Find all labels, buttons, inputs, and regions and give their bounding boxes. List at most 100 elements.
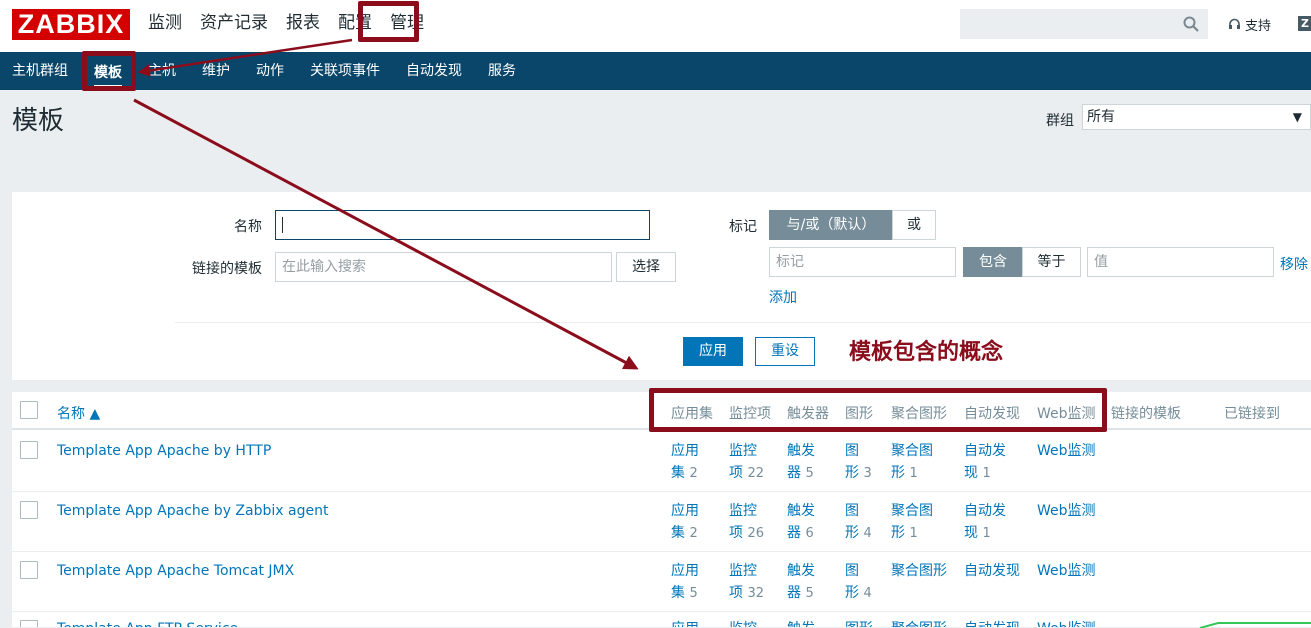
template-name-link[interactable]: Template App Apache by Zabbix agent	[57, 500, 328, 522]
discovery-link[interactable]: 自动发现 1	[964, 440, 1006, 485]
tag-value-input[interactable]: 值	[1087, 247, 1274, 277]
cell-text: 现	[964, 525, 978, 541]
select-all-checkbox[interactable]	[20, 401, 38, 419]
support-link[interactable]: 支持	[1228, 15, 1271, 34]
cell-text: 形	[891, 525, 905, 541]
triggers-link[interactable]: 触发器 6	[787, 500, 833, 545]
cell-count: 5	[689, 586, 698, 601]
template-name-link[interactable]: Template App Apache by HTTP	[57, 440, 271, 462]
cell-text: 图	[845, 503, 859, 519]
row-checkbox[interactable]	[20, 501, 38, 519]
items-link[interactable]: 监控项 26	[729, 500, 775, 545]
cell-text: 监控	[729, 563, 757, 579]
items-link[interactable]: 监控项 22	[729, 440, 775, 485]
cell-count: 1	[982, 526, 991, 541]
triggers-link[interactable]: 触发器 5	[787, 560, 833, 605]
sub-menu: 主机群组 模板 主机 维护 动作 关联项事件 自动发现 服务	[0, 52, 1311, 90]
web-link[interactable]: Web监测	[1037, 618, 1096, 627]
search-icon[interactable]	[1183, 16, 1199, 32]
screens-link[interactable]: 聚合图形	[891, 618, 947, 627]
cell-text: 触发	[787, 563, 815, 579]
graphs-link[interactable]: 图形 4	[845, 560, 891, 605]
cell-text: 应用	[671, 443, 699, 459]
cell-text: 形	[891, 465, 905, 481]
cell-text: 触发	[787, 443, 815, 459]
header-name[interactable]: 名称 ▲	[57, 403, 100, 423]
global-search-input[interactable]	[960, 9, 1208, 39]
web-link[interactable]: Web监测	[1037, 500, 1096, 522]
cell-text: 形	[845, 465, 859, 481]
submenu-maintenance[interactable]: 维护	[202, 52, 230, 90]
table-row: Template App Apache by HTTP 应用集 2 监控项 22…	[12, 432, 1311, 492]
applications-link[interactable]: 应用集 2	[671, 440, 717, 485]
linked-templates-input[interactable]: 在此输入搜索	[275, 252, 612, 282]
template-name-link[interactable]: Template App Apache Tomcat JMX	[57, 560, 294, 582]
name-input[interactable]	[275, 210, 650, 240]
triggers-link[interactable]: 触发器 5	[787, 440, 833, 485]
applications-link[interactable]: 应用	[671, 618, 699, 627]
cell-text: 图	[845, 563, 859, 579]
items-link[interactable]: 监控项 32	[729, 560, 775, 605]
triggers-link[interactable]: 触发	[787, 618, 815, 627]
submenu-discovery[interactable]: 自动发现	[406, 52, 462, 90]
tag-equals-button[interactable]: 等于	[1022, 247, 1081, 277]
cell-count: 6	[805, 526, 814, 541]
cell-count: 26	[747, 526, 764, 541]
page-title: 模板	[12, 106, 65, 136]
submenu-actions[interactable]: 动作	[256, 52, 284, 90]
web-link[interactable]: Web监测	[1037, 440, 1096, 462]
cell-count: 32	[747, 586, 764, 601]
tag-or-button[interactable]: 或	[892, 210, 936, 240]
row-checkbox[interactable]	[20, 561, 38, 579]
apply-button[interactable]: 应用	[683, 337, 743, 366]
template-name-link[interactable]: Template App FTP Service	[57, 618, 238, 627]
cell-text: 集	[671, 525, 685, 541]
menu-inventory[interactable]: 资产记录	[192, 0, 276, 52]
items-link[interactable]: 监控	[729, 618, 757, 627]
row-checkbox[interactable]	[20, 441, 38, 459]
cell-text: 器	[787, 465, 801, 481]
reset-button[interactable]: 重设	[755, 337, 815, 366]
submenu-services[interactable]: 服务	[488, 52, 516, 90]
tag-add-link[interactable]: 添加	[769, 287, 797, 307]
name-label: 名称	[234, 219, 262, 235]
group-select-value: 所有	[1087, 109, 1115, 125]
graphs-link[interactable]: 图形 3	[845, 440, 891, 485]
group-select[interactable]: 所有 ▼	[1082, 104, 1311, 130]
top-bar: ZABBIX 监测 资产记录 报表 配置 管理 支持 Z	[0, 0, 1311, 52]
submenu-event-correlation[interactable]: 关联项事件	[310, 52, 380, 90]
submenu-host-groups[interactable]: 主机群组	[12, 52, 68, 90]
share-icon[interactable]: Z	[1298, 16, 1311, 31]
discovery-link[interactable]: 自动发现	[964, 618, 1020, 627]
row-checkbox[interactable]	[20, 620, 38, 627]
discovery-link[interactable]: 自动发现 1	[964, 500, 1006, 545]
cell-count: 2	[689, 526, 698, 541]
graphs-link[interactable]: 图形 4	[845, 500, 891, 545]
tag-contains-button[interactable]: 包含	[963, 247, 1023, 277]
applications-link[interactable]: 应用集 5	[671, 560, 717, 605]
graphs-link[interactable]: 图形	[845, 618, 873, 627]
screens-link[interactable]: 聚合图形 1	[891, 440, 933, 485]
annotation-text: 模板包含的概念	[849, 340, 1004, 365]
menu-monitoring[interactable]: 监测	[140, 0, 190, 52]
discovery-link[interactable]: 自动发现	[964, 560, 1020, 582]
cell-text: 应用	[671, 503, 699, 519]
select-button[interactable]: 选择	[616, 252, 676, 282]
applications-link[interactable]: 应用集 2	[671, 500, 717, 545]
headset-icon	[1229, 18, 1240, 29]
highlight-template-elements	[649, 388, 1107, 432]
web-link[interactable]: Web监测	[1037, 560, 1096, 582]
table-row: Template App Apache by Zabbix agent 应用集 …	[12, 492, 1311, 552]
submenu-hosts[interactable]: 主机	[148, 52, 176, 90]
tag-name-input[interactable]: 标记	[769, 247, 956, 277]
menu-reports[interactable]: 报表	[278, 0, 328, 52]
tag-andor-button[interactable]: 与/或（默认）	[769, 210, 893, 240]
screens-link[interactable]: 聚合图形 1	[891, 500, 933, 545]
cell-text: 形	[845, 525, 859, 541]
cell-text: 监控	[729, 503, 757, 519]
cell-count: 3	[863, 466, 872, 481]
zabbix-logo[interactable]: ZABBIX	[12, 9, 130, 40]
tag-remove-link[interactable]: 移除	[1280, 254, 1308, 274]
screens-link[interactable]: 聚合图形	[891, 560, 947, 582]
cell-text: 集	[671, 465, 685, 481]
